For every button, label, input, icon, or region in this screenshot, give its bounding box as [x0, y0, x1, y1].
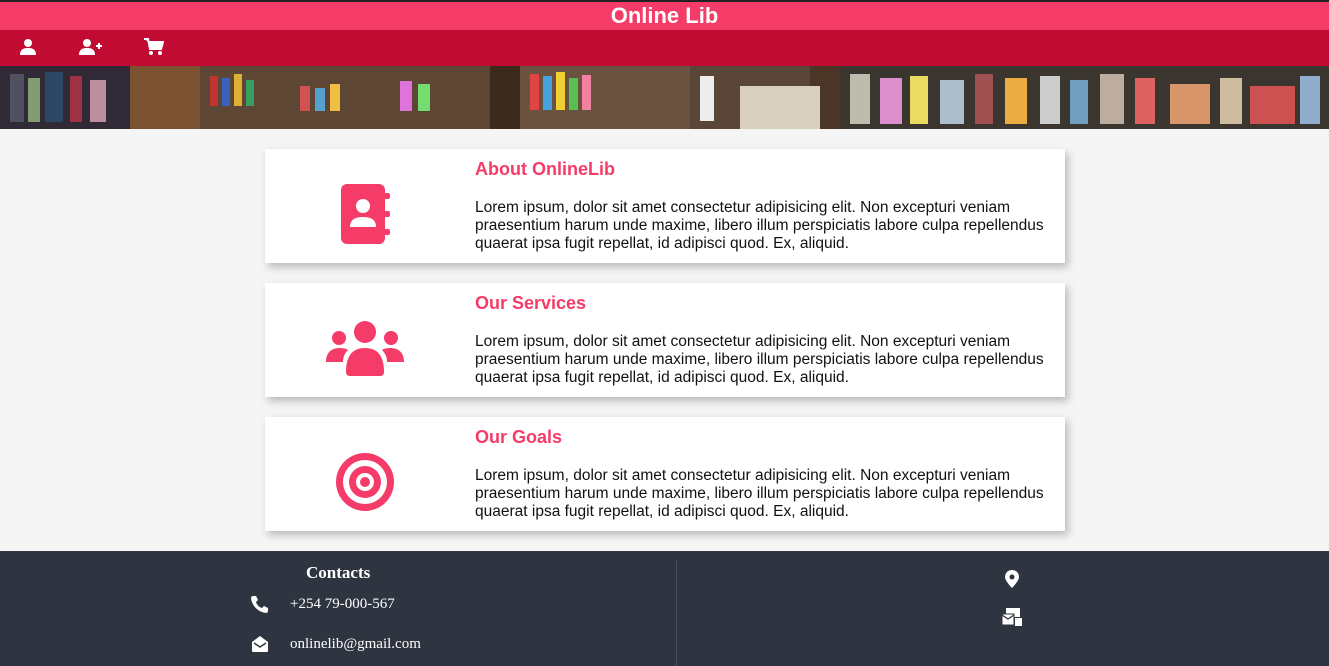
mail-bulk-icon[interactable] — [1002, 607, 1022, 627]
card-title: Our Goals — [475, 427, 563, 447]
card-goals: Our Goals Lorem ipsum, dolor sit amet co… — [265, 417, 1065, 531]
shopping-cart-icon[interactable] — [144, 38, 166, 58]
email-contact[interactable]: onlinelib@gmail.com — [250, 635, 421, 653]
add-user-icon[interactable] — [79, 38, 102, 58]
nav-bar — [0, 30, 1329, 66]
footer-divider — [676, 561, 677, 666]
contacts-title: Contacts — [306, 563, 371, 582]
email-address: onlinelib@gmail.com — [290, 635, 421, 652]
card-text: Lorem ipsum, dolor sit amet consectetur … — [475, 333, 1044, 386]
phone-number: +254 79-000-567 — [290, 595, 395, 612]
contact-book-icon — [325, 181, 405, 247]
card-about: About OnlineLib Lorem ipsum, dolor sit a… — [265, 149, 1065, 263]
card-text: Lorem ipsum, dolor sit amet consectetur … — [475, 467, 1044, 520]
app-title: Online Lib — [610, 3, 719, 28]
footer: Contacts +254 79-000-567 onlinelib@gmail… — [0, 551, 1329, 666]
title-bar: Online Lib — [0, 2, 1329, 30]
card-text: Lorem ipsum, dolor sit amet consectetur … — [475, 199, 1044, 252]
card-services: Our Services Lorem ipsum, dolor sit amet… — [265, 283, 1065, 397]
users-group-icon — [325, 315, 405, 381]
phone-icon — [250, 595, 270, 613]
user-icon[interactable] — [19, 38, 41, 58]
card-title: Our Services — [475, 293, 587, 313]
target-icon — [325, 449, 405, 515]
card-title: About OnlineLib — [475, 159, 615, 179]
location-pin-icon[interactable] — [1002, 569, 1022, 589]
phone-contact[interactable]: +254 79-000-567 — [250, 595, 395, 613]
bookshelf-banner-image — [0, 66, 1329, 129]
envelope-open-icon — [250, 635, 270, 653]
